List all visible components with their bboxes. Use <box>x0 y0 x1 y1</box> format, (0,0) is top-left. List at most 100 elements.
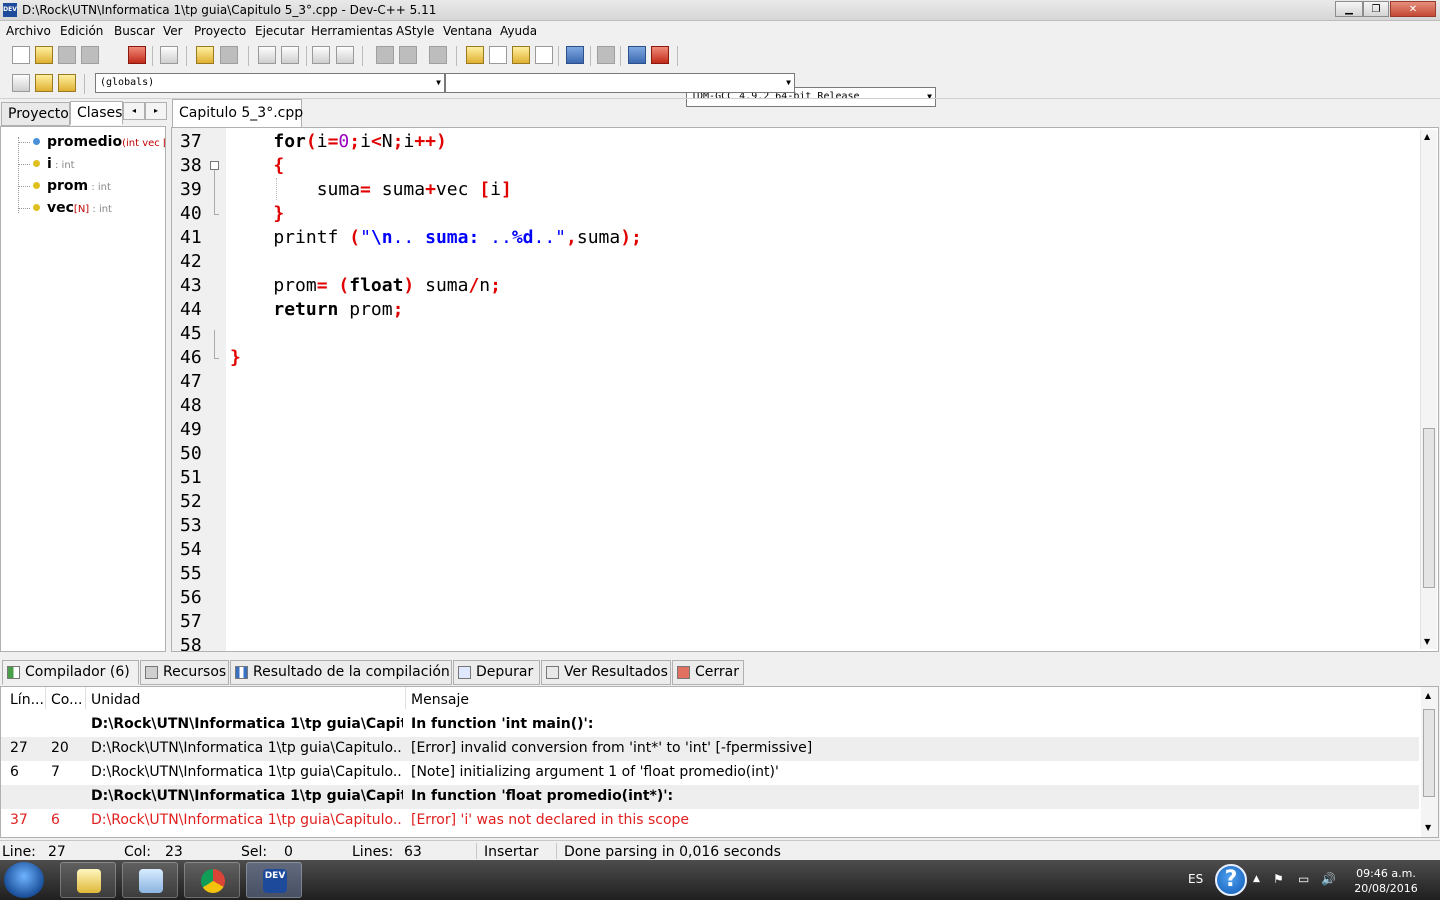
table-row[interactable]: D:\Rock\UTN\Informatica 1\tp guia\Capit.… <box>1 785 1419 809</box>
menu-proyecto[interactable]: Proyecto <box>194 24 246 38</box>
find-icon[interactable] <box>258 46 276 64</box>
taskbar-chrome-button[interactable] <box>184 862 240 898</box>
line-number: 42 <box>180 251 202 272</box>
goto-line-icon[interactable] <box>312 46 330 64</box>
menu-ayuda[interactable]: Ayuda <box>500 24 537 38</box>
cell-message: In function 'int main()': <box>411 716 594 732</box>
taskbar-library-button[interactable] <box>122 862 178 898</box>
insert-icon[interactable] <box>12 74 30 92</box>
table-row[interactable]: D:\Rock\UTN\Informatica 1\tp guia\Capit.… <box>1 713 1419 737</box>
menu-buscar[interactable]: Buscar <box>114 24 155 38</box>
tab-ver-resultados[interactable]: Ver Resultados <box>541 660 671 685</box>
fold-collapse-icon[interactable] <box>210 161 219 170</box>
tab-proyecto[interactable]: Proyecto <box>1 102 70 126</box>
minimize-button[interactable]: ▁ <box>1335 1 1363 17</box>
toolbar-separator <box>248 46 249 66</box>
fold-end-marker <box>214 214 219 215</box>
column-header-linea[interactable]: Lín... <box>10 692 44 708</box>
network-icon[interactable]: ▭ <box>1298 872 1309 886</box>
save-all-icon[interactable] <box>81 46 99 64</box>
scroll-up-icon[interactable]: ▲ <box>1424 132 1430 141</box>
stop-execution-icon[interactable] <box>597 46 615 64</box>
tab-scroll-left-button[interactable]: ◂ <box>123 102 145 120</box>
system-clock[interactable]: 09:46 a.m. 20/08/2016 <box>1354 866 1418 896</box>
language-indicator[interactable]: ES <box>1188 872 1203 886</box>
debug-check-icon <box>458 666 471 679</box>
resources-icon <box>145 666 158 679</box>
tab-clases[interactable]: Clases <box>70 101 123 125</box>
table-row[interactable]: 27 20 D:\Rock\UTN\Informatica 1\tp guia\… <box>1 737 1419 761</box>
tab-resultado-compilacion[interactable]: Resultado de la compilación <box>230 660 452 685</box>
scroll-down-icon[interactable]: ▼ <box>1424 637 1430 646</box>
replace-icon[interactable] <box>281 46 299 64</box>
messages-vertical-scrollbar[interactable]: ▲ ▼ <box>1421 687 1438 837</box>
goto-icon[interactable] <box>58 74 76 92</box>
remove-from-project-icon[interactable] <box>399 46 417 64</box>
compile-run-icon[interactable] <box>512 46 530 64</box>
compile-icon[interactable] <box>466 46 484 64</box>
bookmark-icon[interactable] <box>336 46 354 64</box>
syntax-check-icon[interactable] <box>566 46 584 64</box>
menu-ver[interactable]: Ver <box>163 24 183 38</box>
editor-vertical-scrollbar[interactable]: ▲ ▼ <box>1420 130 1437 649</box>
scroll-up-icon[interactable]: ▲ <box>1425 691 1431 700</box>
tab-compilador[interactable]: Compilador (6) <box>2 660 139 685</box>
profile-icon[interactable] <box>628 46 646 64</box>
show-hidden-icons-icon[interactable]: ▲ <box>1253 874 1260 884</box>
toggle-icon[interactable] <box>35 74 53 92</box>
add-to-project-icon[interactable] <box>376 46 394 64</box>
column-divider[interactable] <box>45 687 46 709</box>
tab-cerrar[interactable]: Cerrar <box>672 660 744 685</box>
taskbar-explorer-button[interactable] <box>60 862 116 898</box>
project-options-icon[interactable] <box>429 46 447 64</box>
menu-ejecutar[interactable]: Ejecutar <box>255 24 305 38</box>
column-header-mensaje[interactable]: Mensaje <box>411 692 469 708</box>
menu-ventana[interactable]: Ventana <box>443 24 492 38</box>
taskbar-devcpp-button[interactable]: DEV <box>246 862 302 898</box>
menu-astyle[interactable]: AStyle <box>396 24 434 38</box>
redo-icon[interactable] <box>220 46 238 64</box>
tab-depurar[interactable]: Depurar <box>453 660 540 685</box>
rebuild-all-icon[interactable] <box>535 46 553 64</box>
column-header-unidad[interactable]: Unidad <box>91 692 140 708</box>
menu-archivo[interactable]: Archivo <box>6 24 51 38</box>
menu-herramientas[interactable]: Herramientas <box>311 24 393 38</box>
tab-scroll-right-button[interactable]: ▸ <box>145 102 167 120</box>
line-number-gutter: 37 38 39 40 41 42 43 44 45 46 47 48 49 5… <box>172 128 226 651</box>
run-icon[interactable] <box>489 46 507 64</box>
column-header-columna[interactable]: Co... <box>51 692 82 708</box>
column-divider[interactable] <box>405 687 406 709</box>
editor-tab-capitulo[interactable]: Capitulo 5_3°.cpp <box>172 99 303 127</box>
action-center-flag-icon[interactable]: ⚑ <box>1273 872 1284 886</box>
code-editor[interactable]: 37 38 39 40 41 42 43 44 45 46 47 48 49 5… <box>171 127 1439 652</box>
cell-unit: D:\Rock\UTN\Informatica 1\tp guia\Capit.… <box>91 716 403 732</box>
close-button[interactable]: ✕ <box>1390 1 1436 17</box>
table-row[interactable]: 6 7 D:\Rock\UTN\Informatica 1\tp guia\Ca… <box>1 761 1419 785</box>
member-select[interactable]: ▼ <box>445 73 795 93</box>
code-line-41: printf ("\n.. suma: ..%d..",suma); <box>230 227 642 248</box>
new-file-icon[interactable] <box>12 46 30 64</box>
table-row[interactable]: 37 6 D:\Rock\UTN\Informatica 1\tp guia\C… <box>1 809 1419 833</box>
help-icon[interactable]: ? <box>1215 864 1247 896</box>
start-button[interactable] <box>4 862 44 898</box>
editor-scroll-thumb[interactable] <box>1423 428 1435 588</box>
open-file-icon[interactable] <box>35 46 53 64</box>
windows-taskbar: DEV ES ? ▲ ⚑ ▭ 🔊 09:46 a.m. 20/08/2016 <box>0 860 1440 900</box>
undo-icon[interactable] <box>196 46 214 64</box>
title-bar[interactable]: DEV D:\Rock\UTN\Informatica 1\tp guia\Ca… <box>0 0 1440 21</box>
scope-select[interactable]: (globals) ▼ <box>95 73 445 93</box>
tab-recursos[interactable]: Recursos <box>140 660 229 685</box>
maximize-button[interactable]: ❐ <box>1363 1 1389 17</box>
scroll-down-icon[interactable]: ▼ <box>1425 823 1431 832</box>
volume-icon[interactable]: 🔊 <box>1321 872 1336 886</box>
delete-profile-icon[interactable] <box>651 46 669 64</box>
cell-line: 6 <box>10 764 19 780</box>
messages-scroll-thumb[interactable] <box>1423 709 1435 797</box>
devcpp-app-icon[interactable]: DEV <box>3 3 17 17</box>
menu-edicion[interactable]: Edición <box>60 24 103 38</box>
close-file-icon[interactable] <box>128 46 146 64</box>
column-divider[interactable] <box>85 687 86 709</box>
print-icon[interactable] <box>160 46 178 64</box>
devcpp-icon: DEV <box>263 869 287 893</box>
save-icon[interactable] <box>58 46 76 64</box>
